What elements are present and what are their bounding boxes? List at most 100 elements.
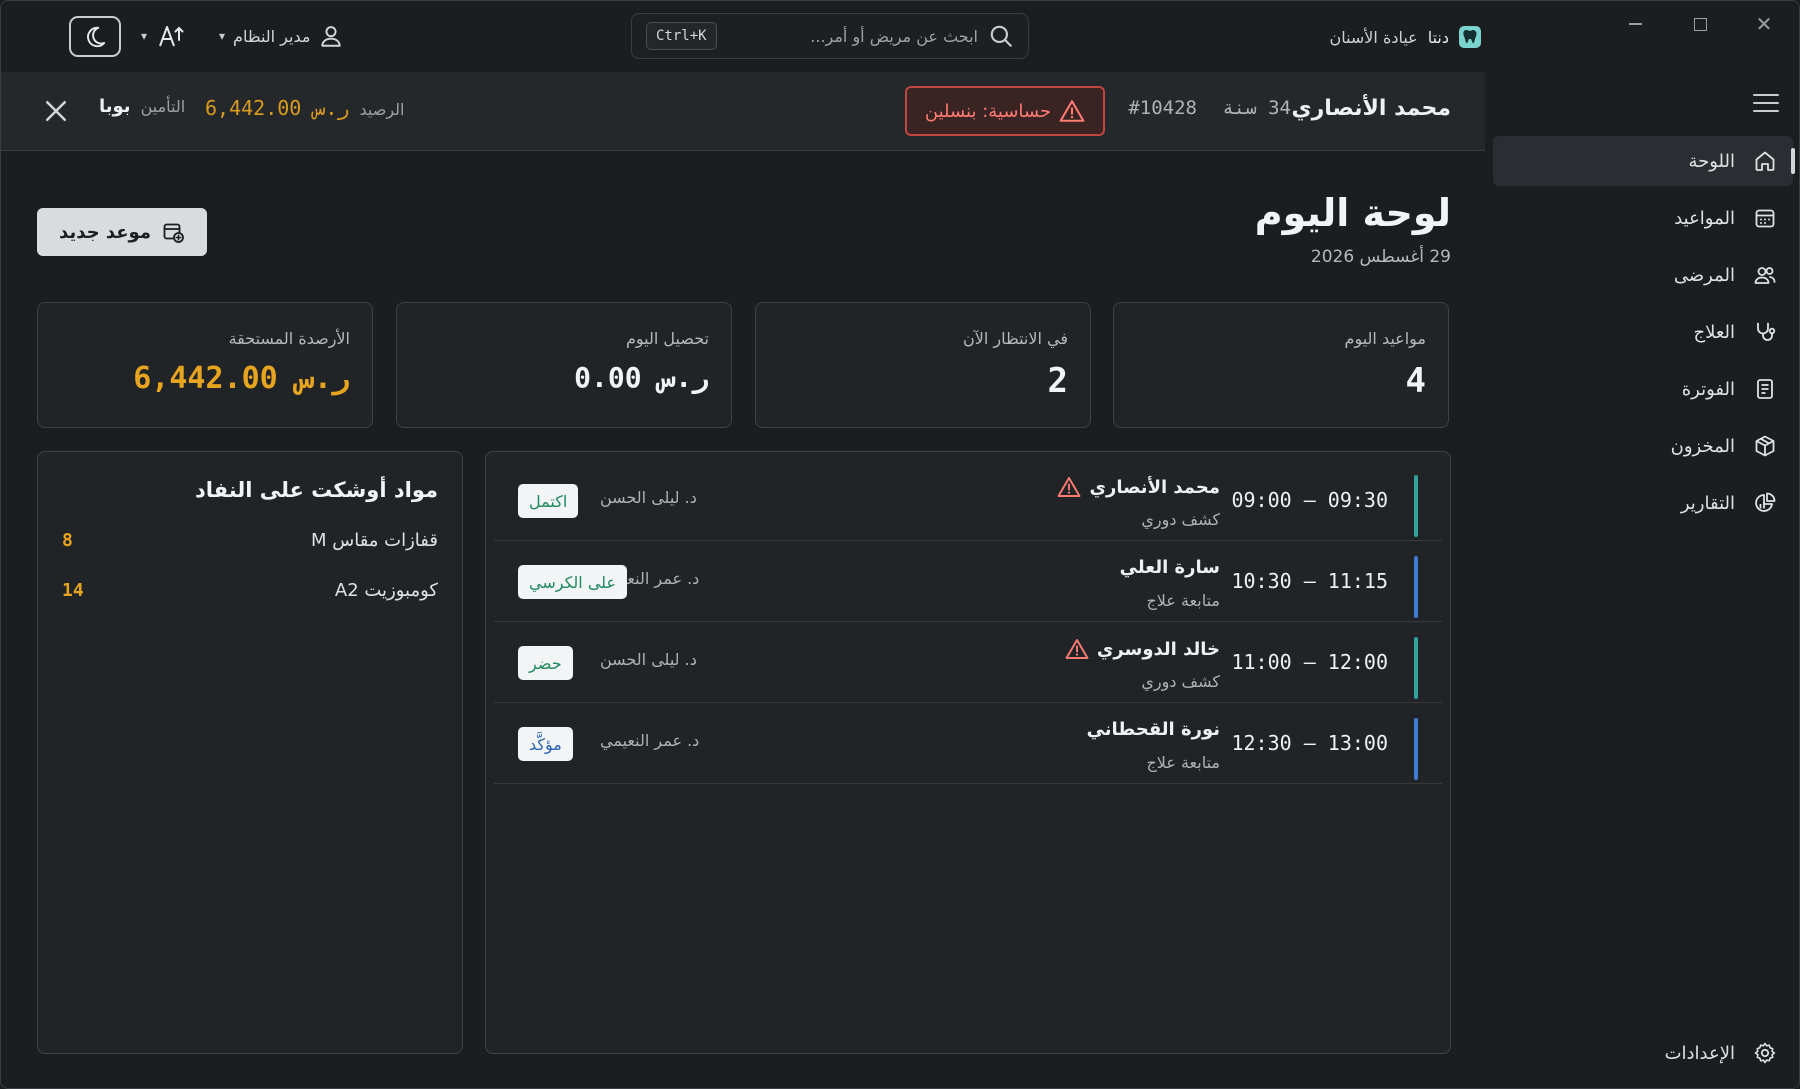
- sidebar-item-inventory[interactable]: المخزون: [1493, 421, 1793, 471]
- calendar-icon: [1755, 209, 1775, 228]
- patient-name[interactable]: محمد الأنصاري: [1291, 96, 1451, 121]
- sidebar-item-treatment[interactable]: العلاج: [1493, 307, 1793, 357]
- appointment-patient[interactable]: سارة العلي: [1120, 557, 1220, 578]
- chevron-down-icon: ▾: [219, 29, 226, 43]
- warning-icon: [1058, 477, 1081, 497]
- sidebar-item-label: المرضى: [1673, 264, 1735, 286]
- new-appointment-button[interactable]: موعد جديد: [37, 208, 207, 256]
- box-icon: [1755, 435, 1775, 457]
- font-size-icon: [159, 26, 184, 47]
- font-size-menu[interactable]: ▾: [141, 19, 185, 53]
- page-title: لوحة اليوم: [1254, 191, 1451, 235]
- hamburger-icon-line: [1753, 102, 1779, 104]
- stat-card-today-appointments: مواعيد اليوم 4: [1113, 302, 1449, 428]
- users-icon: [1754, 267, 1776, 284]
- hamburger-icon-line: [1753, 110, 1779, 112]
- appointment-row[interactable]: 12:30 – 13:00 نورة القحطاني متابعة علاج …: [494, 703, 1442, 784]
- report-chart-icon: [1755, 492, 1776, 512]
- low-stock-title: مواد أوشكت على النفاد: [194, 478, 438, 502]
- sidebar-item-appointments[interactable]: المواعيد: [1493, 193, 1793, 243]
- page-date: 29 أغسطس 2026: [1310, 247, 1451, 267]
- patient-age: 34 سنة: [1222, 97, 1291, 119]
- stat-label: مواعيد اليوم: [1344, 329, 1426, 348]
- app-window: ✕ دنتا عيادة الأسنان ابحث عن مريض أو أمر…: [0, 0, 1800, 1089]
- brand-name: دنتا: [1427, 27, 1449, 47]
- appointment-color-bar: [1414, 718, 1418, 780]
- patient-balance: الرصيد 6,442.00 ر.س: [205, 96, 404, 120]
- calendar-add-icon: [163, 223, 184, 243]
- window-minimize-button[interactable]: [1620, 11, 1650, 37]
- appointment-type: كشف دوري: [1141, 510, 1220, 529]
- stock-item-qty: 14: [62, 580, 84, 601]
- appointment-row[interactable]: 11:00 – 12:00 خالد الدوسري كشف دوري د. ل…: [494, 622, 1442, 703]
- appointment-patient-name: سارة العلي: [1119, 557, 1220, 578]
- appointment-doctor: د. ليلى الحسن: [600, 488, 697, 507]
- appointment-patient[interactable]: خالد الدوسري: [1065, 638, 1220, 660]
- close-patient-button[interactable]: [41, 96, 71, 126]
- stat-card-outstanding-balances: الأرصدة المستحقة 6,442.00 ر.س: [37, 302, 373, 428]
- appointment-row[interactable]: 09:00 – 09:30 محمد الأنصاري كشف دوري د. …: [494, 460, 1442, 541]
- tooth-icon: [1463, 30, 1477, 44]
- patient-id: #10428: [1128, 97, 1197, 119]
- list-item[interactable]: كومبوزيت A2 14: [62, 580, 438, 610]
- stat-value: 6,442.00 ر.س: [133, 361, 350, 396]
- appointment-color-bar: [1414, 475, 1418, 537]
- appointment-patient[interactable]: محمد الأنصاري: [1057, 476, 1220, 498]
- menu-toggle-button[interactable]: [1753, 94, 1779, 114]
- balance-value: 6,442.00 ر.س: [205, 96, 350, 120]
- user-menu[interactable]: مدير النظام ▾: [219, 21, 344, 51]
- tooth-logo-icon: [1459, 26, 1481, 48]
- insurance-value: بوبا: [99, 96, 131, 117]
- search-input[interactable]: ابحث عن مريض أو أمر...: [727, 27, 978, 46]
- appointment-color-bar: [1414, 637, 1418, 699]
- appointment-patient-name: محمد الأنصاري: [1089, 476, 1220, 498]
- status-badge[interactable]: حضر: [518, 646, 573, 680]
- sidebar-item-label: المواعيد: [1674, 207, 1735, 229]
- status-badge[interactable]: على الكرسي: [518, 565, 627, 599]
- stat-value: 4: [1405, 361, 1426, 401]
- sidebar-item-label: المخزون: [1670, 435, 1735, 457]
- allergy-badge: حساسية: بنسلين: [905, 86, 1105, 136]
- sidebar-item-patients[interactable]: المرضى: [1493, 250, 1793, 300]
- stat-label: في الانتظار الآن: [962, 329, 1068, 348]
- chevron-down-icon: ▾: [141, 29, 148, 43]
- search-shortcut-badge: Ctrl+K: [646, 22, 717, 50]
- patient-insurance: التأمين بوبا: [99, 96, 185, 117]
- sidebar-item-dashboard[interactable]: اللوحة: [1493, 136, 1795, 186]
- theme-toggle-button[interactable]: [69, 16, 121, 57]
- sidebar-item-label: العلاج: [1693, 321, 1735, 343]
- appointment-patient[interactable]: نورة القحطاني: [1087, 719, 1220, 740]
- minimize-icon: [1628, 23, 1642, 25]
- appointment-type: متابعة علاج: [1146, 591, 1220, 610]
- list-item[interactable]: قفازات مقاس M 8: [62, 530, 438, 560]
- brand-subtitle: عيادة الأسنان: [1329, 27, 1418, 47]
- home-icon: [1755, 151, 1775, 171]
- stat-value: 0.00 ر.س: [574, 361, 709, 394]
- window-maximize-button[interactable]: [1685, 11, 1715, 37]
- gear-icon: [1754, 1042, 1776, 1064]
- user-icon: [321, 26, 342, 47]
- sidebar-item-reports[interactable]: التقارير: [1493, 478, 1793, 528]
- sidebar-item-settings[interactable]: الإعدادات: [1493, 1030, 1793, 1076]
- sidebar-item-label: الفوترة: [1681, 378, 1735, 400]
- sidebar-item-label: التقارير: [1680, 492, 1735, 514]
- appointment-type: متابعة علاج: [1146, 753, 1220, 772]
- stock-item-qty: 8: [62, 530, 73, 551]
- low-stock-panel: مواد أوشكت على النفاد قفازات مقاس M 8 كو…: [37, 451, 463, 1054]
- window-close-button[interactable]: ✕: [1749, 11, 1779, 37]
- search-bar[interactable]: ابحث عن مريض أو أمر... Ctrl+K: [631, 13, 1029, 59]
- status-badge[interactable]: مؤكَّد: [518, 727, 573, 761]
- status-badge[interactable]: اكتمل: [518, 484, 579, 518]
- appointment-row[interactable]: 10:30 – 11:15 سارة العلي متابعة علاج د. …: [494, 541, 1442, 622]
- title-bar: ✕ دنتا عيادة الأسنان ابحث عن مريض أو أمر…: [1, 1, 1799, 72]
- sidebar-nav: اللوحة المواعيد المرضى العلاج الفوترة ال…: [1493, 136, 1795, 535]
- warning-icon: [1065, 639, 1089, 659]
- stat-label: تحصيل اليوم: [625, 329, 709, 348]
- appointment-time: 10:30 – 11:15: [1231, 569, 1388, 593]
- main-content: لوحة اليوم 29 أغسطس 2026 موعد جديد مواعي…: [1, 151, 1485, 1088]
- sidebar-item-billing[interactable]: الفوترة: [1493, 364, 1793, 414]
- active-patient-bar: محمد الأنصاري 34 سنة #10428 حساسية: بنسل…: [1, 72, 1485, 151]
- stat-label: الأرصدة المستحقة: [228, 329, 350, 348]
- new-appointment-label: موعد جديد: [59, 221, 151, 243]
- balance-label: الرصيد: [359, 100, 405, 119]
